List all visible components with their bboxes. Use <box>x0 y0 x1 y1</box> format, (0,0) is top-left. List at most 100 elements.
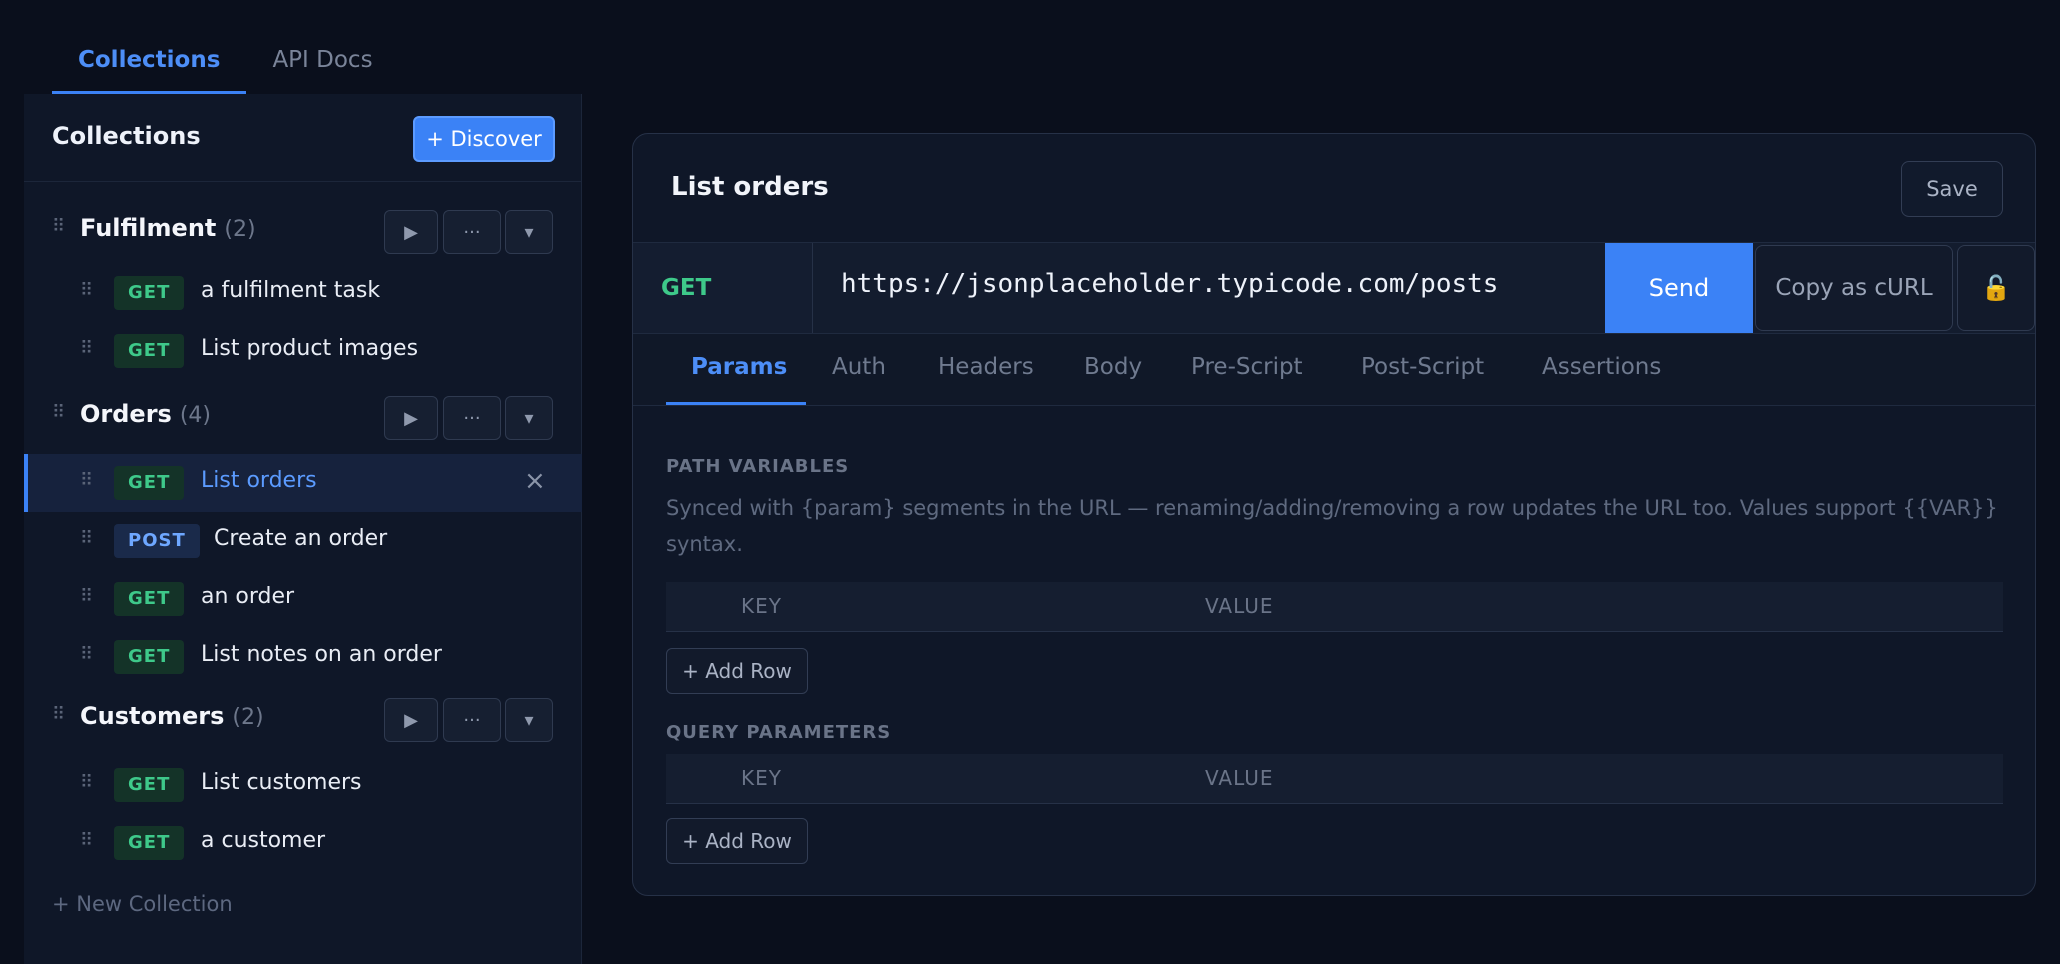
value-column-header: VALUE <box>1205 766 1274 790</box>
drag-handle-icon[interactable]: ⠿ <box>52 402 65 423</box>
request-label: List customers <box>201 770 362 795</box>
tab-pre-script[interactable]: Pre-Script <box>1191 354 1303 380</box>
request-label: List notes on an order <box>201 642 442 667</box>
drag-handle-icon[interactable]: ⠿ <box>80 586 93 607</box>
collapse-button[interactable]: ▾ <box>505 396 553 440</box>
play-icon: ▶ <box>404 407 418 429</box>
list-item[interactable]: ⠿ GET an order <box>24 570 582 628</box>
list-item[interactable]: ⠿ GET a customer <box>24 814 582 872</box>
new-collection-link[interactable]: + New Collection <box>52 892 233 916</box>
request-label: Create an order <box>214 526 388 551</box>
list-item[interactable]: ⠿ GET List notes on an order <box>24 628 582 686</box>
send-button[interactable]: Send <box>1605 243 1753 333</box>
list-item[interactable]: ⠿ GET List customers <box>24 756 582 814</box>
request-label: a fulfilment task <box>201 278 381 303</box>
drag-handle-icon[interactable]: ⠿ <box>80 644 93 665</box>
list-item-active[interactable]: ⠿ GET List orders × <box>24 454 582 512</box>
group-count: (2) <box>232 705 264 730</box>
url-input[interactable]: https://jsonplaceholder.typicode.com/pos… <box>841 269 1498 299</box>
save-button[interactable]: Save <box>1901 161 2003 217</box>
method-badge: GET <box>114 334 185 368</box>
play-icon: ▶ <box>404 709 418 731</box>
group-name: Customers (2) <box>80 702 264 730</box>
tab-assertions[interactable]: Assertions <box>1542 354 1661 380</box>
collapse-button[interactable]: ▾ <box>505 698 553 742</box>
tab-params[interactable]: Params <box>691 354 787 380</box>
query-parameters-table-header: KEY VALUE <box>666 754 2003 804</box>
method-badge: GET <box>114 582 185 616</box>
collection-group-orders[interactable]: ⠿ Orders (4) ▶ ··· ▾ <box>24 386 582 444</box>
tab-auth[interactable]: Auth <box>832 354 886 380</box>
key-column-header: KEY <box>741 594 782 618</box>
drag-handle-icon[interactable]: ⠿ <box>80 338 93 359</box>
key-column-header: KEY <box>741 766 782 790</box>
request-panel: List orders Save GET https://jsonplaceho… <box>632 133 2036 896</box>
active-tab-indicator <box>666 402 806 405</box>
play-icon: ▶ <box>404 221 418 243</box>
sidebar-header: Collections + Discover <box>24 94 581 182</box>
drag-handle-icon[interactable]: ⠿ <box>80 470 93 491</box>
path-variables-table-header: KEY VALUE <box>666 582 2003 632</box>
path-variables-label: PATH VARIABLES <box>666 456 850 477</box>
drag-handle-icon[interactable]: ⠿ <box>80 528 93 549</box>
tab-body[interactable]: Body <box>1084 354 1142 380</box>
method-badge: GET <box>114 640 185 674</box>
request-title: List orders <box>671 172 829 202</box>
group-name: Orders (4) <box>80 400 211 428</box>
sidebar: Collections + Discover ⠿ Fulfilment (2) ▶… <box>24 94 582 964</box>
close-icon[interactable]: × <box>524 466 546 496</box>
method-badge: POST <box>114 524 200 558</box>
method-badge: GET <box>114 276 185 310</box>
method-select[interactable]: GET <box>633 243 813 333</box>
more-icon: ··· <box>463 709 481 731</box>
url-bar: GET https://jsonplaceholder.typicode.com… <box>633 242 2035 334</box>
top-tabs: Collections API Docs <box>52 0 399 94</box>
list-item[interactable]: ⠿ GET a fulfilment task <box>24 264 582 322</box>
drag-handle-icon[interactable]: ⠿ <box>52 704 65 725</box>
add-query-row-button[interactable]: + Add Row <box>666 818 808 864</box>
more-button[interactable]: ··· <box>443 698 501 742</box>
tab-api-docs[interactable]: API Docs <box>246 0 398 94</box>
drag-handle-icon[interactable]: ⠿ <box>80 772 93 793</box>
group-name: Fulfilment (2) <box>80 214 256 242</box>
request-label: List orders <box>201 468 317 493</box>
discover-button[interactable]: + Discover <box>413 116 555 162</box>
list-item[interactable]: ⠿ GET List product images <box>24 322 582 380</box>
run-button[interactable]: ▶ <box>384 396 438 440</box>
method-badge: GET <box>114 768 185 802</box>
chevron-down-icon: ▾ <box>524 221 534 243</box>
more-button[interactable]: ··· <box>443 210 501 254</box>
chevron-down-icon: ▾ <box>524 709 534 731</box>
tab-collections[interactable]: Collections <box>52 0 247 94</box>
drag-handle-icon[interactable]: ⠿ <box>80 830 93 851</box>
method-badge: GET <box>114 826 185 860</box>
query-parameters-label: QUERY PARAMETERS <box>666 722 892 743</box>
group-count: (2) <box>224 217 256 242</box>
unlock-icon: 🔓 <box>1981 274 2011 302</box>
tab-post-script[interactable]: Post-Script <box>1361 354 1484 380</box>
path-variables-help: Synced with {param} segments in the URL … <box>666 496 1998 556</box>
request-label: a customer <box>201 828 326 853</box>
method-badge: GET <box>114 466 185 500</box>
more-icon: ··· <box>463 407 481 429</box>
group-count: (4) <box>179 403 211 428</box>
more-button[interactable]: ··· <box>443 396 501 440</box>
request-tabs: Params Auth Headers Body Pre-Script Post… <box>633 334 2035 406</box>
drag-handle-icon[interactable]: ⠿ <box>80 280 93 301</box>
run-button[interactable]: ▶ <box>384 210 438 254</box>
sidebar-title: Collections <box>52 122 201 150</box>
collapse-button[interactable]: ▾ <box>505 210 553 254</box>
more-icon: ··· <box>463 221 481 243</box>
run-button[interactable]: ▶ <box>384 698 438 742</box>
drag-handle-icon[interactable]: ⠿ <box>52 216 65 237</box>
add-path-row-button[interactable]: + Add Row <box>666 648 808 694</box>
lock-button[interactable]: 🔓 <box>1957 245 2035 331</box>
collection-group-fulfilment[interactable]: ⠿ Fulfilment (2) ▶ ··· ▾ <box>24 200 582 258</box>
tab-headers[interactable]: Headers <box>938 354 1034 380</box>
request-label: an order <box>201 584 295 609</box>
request-label: List product images <box>201 336 419 361</box>
list-item[interactable]: ⠿ POST Create an order <box>24 512 582 570</box>
copy-curl-button[interactable]: Copy as cURL <box>1755 245 1953 331</box>
collection-group-customers[interactable]: ⠿ Customers (2) ▶ ··· ▾ <box>24 688 582 746</box>
value-column-header: VALUE <box>1205 594 1274 618</box>
